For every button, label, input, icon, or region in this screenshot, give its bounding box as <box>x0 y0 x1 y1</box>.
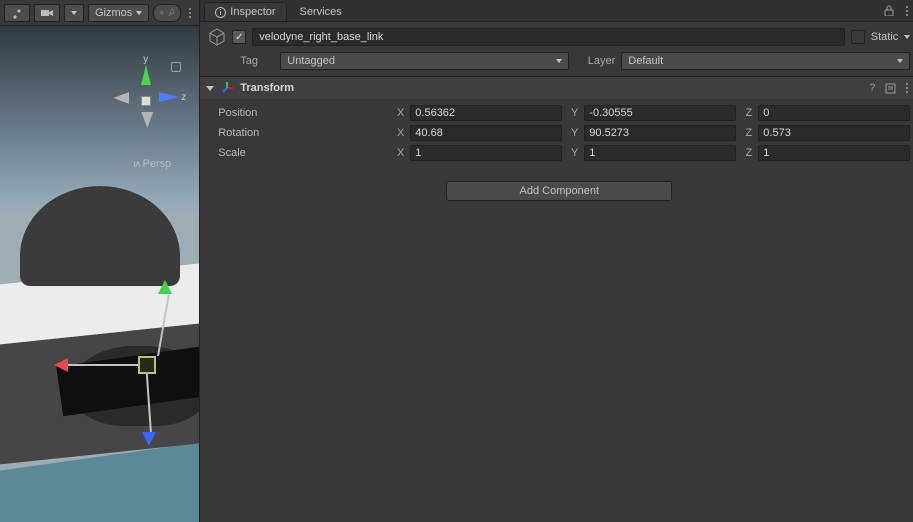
rotation-y-field[interactable] <box>584 125 736 141</box>
layer-dropdown[interactable]: Default <box>621 52 910 70</box>
gizmos-label: Gizmos <box>95 7 132 19</box>
chevron-down-icon <box>71 11 77 15</box>
foldout-icon[interactable] <box>206 86 214 91</box>
camera-button[interactable] <box>34 4 60 22</box>
axis-z-icon[interactable] <box>159 92 179 102</box>
transform-component: Transform ? Position X Y Z Rotation X <box>200 76 913 167</box>
orientation-cube-icon[interactable] <box>141 96 151 106</box>
axis-z-label: Z <box>742 147 752 159</box>
component-title: Transform <box>240 82 294 94</box>
axis-z-label: Z <box>742 127 752 139</box>
scene-panel: Gizmos y z Persp <box>0 0 199 522</box>
preset-icon[interactable] <box>884 82 896 94</box>
position-label: Position <box>208 107 388 119</box>
scene-toolbar: Gizmos <box>0 0 199 26</box>
tag-dropdown[interactable]: Untagged <box>280 52 569 70</box>
axis-y-label: Y <box>568 127 578 139</box>
inspector-panel: Inspector Services ✓ Static Tag Untagged… <box>199 0 913 522</box>
gameobject-icon[interactable] <box>208 28 226 46</box>
gameobject-name-field[interactable] <box>252 28 844 46</box>
axis-neg-x-icon[interactable] <box>113 92 129 104</box>
scene-geometry <box>20 186 180 286</box>
static-dropdown-icon[interactable] <box>904 35 910 39</box>
tab-services[interactable]: Services <box>289 2 353 21</box>
tools-button[interactable] <box>4 4 30 22</box>
active-checkbox[interactable]: ✓ <box>232 30 246 44</box>
position-row: Position X Y Z <box>208 103 910 123</box>
add-component-button[interactable]: Add Component <box>446 181 672 201</box>
rotation-z-field[interactable] <box>758 125 910 141</box>
scene-options-menu[interactable] <box>185 8 195 18</box>
tab-inspector[interactable]: Inspector <box>204 2 286 21</box>
axis-y-label: y <box>143 54 148 65</box>
axis-z-label: Z <box>742 107 752 119</box>
tab-label: Services <box>300 6 342 18</box>
search-icon <box>160 8 164 18</box>
scale-row: Scale X Y Z <box>208 143 910 163</box>
move-center-handle[interactable] <box>138 356 156 374</box>
scene-search[interactable] <box>153 4 181 22</box>
layer-label: Layer <box>575 55 615 67</box>
tag-value: Untagged <box>287 55 335 67</box>
component-header[interactable]: Transform ? <box>200 77 913 99</box>
lock-icon[interactable] <box>884 5 894 16</box>
camera-dropdown[interactable] <box>64 4 84 22</box>
axis-z-label: z <box>181 92 186 103</box>
gameobject-header: ✓ Static <box>200 22 913 52</box>
position-y-field[interactable] <box>584 105 736 121</box>
axis-x-label: X <box>394 127 404 139</box>
scale-x-field[interactable] <box>410 145 562 161</box>
search-input[interactable] <box>168 7 174 19</box>
axis-y-label: Y <box>568 107 578 119</box>
tab-label: Inspector <box>230 6 275 18</box>
position-x-field[interactable] <box>410 105 562 121</box>
camera-icon <box>41 8 53 18</box>
tag-label: Tag <box>240 55 274 67</box>
transform-icon <box>220 81 234 95</box>
position-z-field[interactable] <box>758 105 910 121</box>
scale-z-field[interactable] <box>758 145 910 161</box>
axis-x-label: X <box>394 147 404 159</box>
panel-tabs: Inspector Services <box>200 0 913 22</box>
scale-y-field[interactable] <box>584 145 736 161</box>
component-options-menu[interactable] <box>902 83 912 93</box>
axis-neg-y-icon[interactable] <box>141 112 153 128</box>
help-icon[interactable]: ? <box>866 82 878 94</box>
gizmos-dropdown[interactable]: Gizmos <box>88 4 149 22</box>
tag-layer-row: Tag Untagged Layer Default <box>200 52 913 76</box>
projection-mode-label[interactable]: Persp <box>134 158 171 170</box>
chevron-down-icon <box>556 59 562 63</box>
chevron-down-icon <box>136 11 142 15</box>
axis-y-icon[interactable] <box>141 65 151 85</box>
scale-label: Scale <box>208 147 388 159</box>
scene-view[interactable]: y z Persp <box>0 26 199 522</box>
inspector-options-menu[interactable] <box>902 6 912 16</box>
orientation-gizmo[interactable]: y z <box>105 60 185 140</box>
chevron-down-icon <box>897 59 903 63</box>
static-checkbox[interactable] <box>851 30 865 44</box>
layer-value: Default <box>628 55 663 67</box>
add-component-label: Add Component <box>520 185 600 197</box>
tools-icon <box>11 7 23 19</box>
static-label: Static <box>871 31 899 43</box>
rotation-row: Rotation X Y Z <box>208 123 910 143</box>
rotation-x-field[interactable] <box>410 125 562 141</box>
rotation-label: Rotation <box>208 127 388 139</box>
info-icon <box>215 7 226 18</box>
axis-y-label: Y <box>568 147 578 159</box>
axis-x-label: X <box>394 107 404 119</box>
